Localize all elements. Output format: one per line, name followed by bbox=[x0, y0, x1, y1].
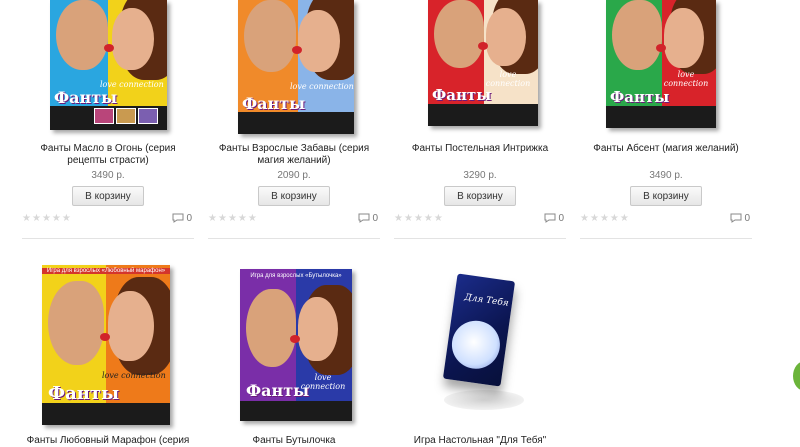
image-shadow bbox=[444, 390, 524, 410]
product-image[interactable]: love connection Фанты bbox=[428, 0, 538, 126]
star-icon[interactable]: ★ bbox=[610, 213, 620, 224]
product-name[interactable]: Игра Настольная "Для Тебя" bbox=[394, 435, 566, 447]
product-name[interactable]: Фанты Любовный Марафон (серия bbox=[22, 435, 194, 447]
comments-count[interactable]: 0 bbox=[358, 213, 378, 224]
rating-stars[interactable]: ★★★★★ bbox=[208, 213, 258, 224]
product-image[interactable]: Игра для взрослых «Любовный марафон» lov… bbox=[42, 265, 170, 425]
rating-stars[interactable]: ★★★★★ bbox=[394, 213, 444, 224]
product-card: Для Тебя Игра Настольная "Для Тебя" bbox=[394, 255, 566, 447]
product-price: 3490 р. bbox=[91, 170, 125, 181]
chat-widget-button[interactable] bbox=[793, 361, 800, 391]
box-title: Фанты bbox=[48, 383, 120, 404]
game-box: Для Тебя bbox=[442, 273, 516, 387]
star-icon[interactable]: ★ bbox=[62, 213, 72, 224]
add-to-cart-button[interactable]: В корзину bbox=[258, 186, 330, 206]
product-card: love connection Фанты Фанты Постельная И… bbox=[394, 0, 566, 240]
product-image[interactable]: Для Тебя bbox=[394, 255, 566, 425]
product-image[interactable]: love connection Фанты bbox=[606, 0, 716, 128]
speech-bubble-icon bbox=[730, 213, 742, 224]
product-card: love connection Фанты Фанты Масло в Огон… bbox=[22, 0, 194, 240]
divider bbox=[208, 238, 380, 239]
star-icon[interactable]: ★ bbox=[42, 213, 52, 224]
product-card: Игра для взрослых «Любовный марафон» lov… bbox=[22, 255, 194, 447]
star-icon[interactable]: ★ bbox=[238, 213, 248, 224]
star-icon[interactable]: ★ bbox=[600, 213, 610, 224]
star-icon[interactable]: ★ bbox=[424, 213, 434, 224]
box-tag: love connection bbox=[290, 82, 354, 91]
product-card: love connection Фанты Фанты Взрослые Заб… bbox=[208, 0, 380, 240]
comments-count[interactable]: 0 bbox=[172, 213, 192, 224]
star-icon[interactable]: ★ bbox=[248, 213, 258, 224]
product-price: 3490 р. bbox=[649, 170, 683, 181]
star-icon[interactable]: ★ bbox=[208, 213, 218, 224]
star-icon[interactable]: ★ bbox=[52, 213, 62, 224]
box-tag: love connection bbox=[663, 70, 709, 88]
product-image[interactable]: Игра для взрослых «Бутылочка» love conne… bbox=[240, 269, 352, 421]
moon-graphic bbox=[448, 317, 504, 372]
star-icon[interactable]: ★ bbox=[394, 213, 404, 224]
product-card: Игра для взрослых «Бутылочка» love conne… bbox=[208, 255, 380, 447]
comments-count[interactable]: 0 bbox=[730, 213, 750, 224]
box-title: Фанты bbox=[242, 94, 306, 113]
speech-bubble-icon bbox=[172, 213, 184, 224]
divider bbox=[394, 238, 566, 239]
product-name[interactable]: Фанты Взрослые Забавы (серия магия желан… bbox=[208, 143, 380, 167]
star-icon[interactable]: ★ bbox=[620, 213, 630, 224]
box-title: Фанты bbox=[246, 381, 310, 400]
rating-stars[interactable]: ★★★★★ bbox=[580, 213, 630, 224]
product-name[interactable]: Фанты Бутылочка bbox=[208, 435, 380, 447]
add-to-cart-button[interactable]: В корзину bbox=[444, 186, 516, 206]
star-icon[interactable]: ★ bbox=[22, 213, 32, 224]
product-price: 2090 р. bbox=[277, 170, 311, 181]
box-title: Для Тебя bbox=[463, 292, 510, 309]
product-name[interactable]: Фанты Масло в Огонь (серия рецепты страс… bbox=[22, 143, 194, 167]
comments-count[interactable]: 0 bbox=[544, 213, 564, 224]
add-to-cart-button[interactable]: В корзину bbox=[72, 186, 144, 206]
box-title: Фанты bbox=[432, 86, 492, 104]
product-card: love connection Фанты Фанты Абсент (маги… bbox=[580, 0, 752, 240]
box-title: Фанты bbox=[54, 88, 118, 107]
speech-bubble-icon bbox=[358, 213, 370, 224]
star-icon[interactable]: ★ bbox=[580, 213, 590, 224]
product-name[interactable]: Фанты Абсент (магия желаний) bbox=[580, 143, 752, 155]
star-icon[interactable]: ★ bbox=[228, 213, 238, 224]
star-icon[interactable]: ★ bbox=[404, 213, 414, 224]
product-image[interactable]: love connection Фанты bbox=[238, 0, 354, 134]
box-banner: Игра для взрослых «Бутылочка» bbox=[250, 273, 342, 279]
product-price: 3290 р. bbox=[463, 170, 497, 181]
divider bbox=[22, 238, 194, 239]
rating-stars[interactable]: ★★★★★ bbox=[22, 213, 72, 224]
box-banner: Игра для взрослых «Любовный марафон» bbox=[42, 268, 170, 274]
divider bbox=[580, 238, 752, 239]
star-icon[interactable]: ★ bbox=[414, 213, 424, 224]
star-icon[interactable]: ★ bbox=[218, 213, 228, 224]
product-image[interactable]: love connection Фанты bbox=[50, 0, 167, 130]
product-name[interactable]: Фанты Постельная Интрижка bbox=[394, 143, 566, 155]
box-tag: love connection bbox=[102, 371, 166, 380]
add-to-cart-button[interactable]: В корзину bbox=[630, 186, 702, 206]
star-icon[interactable]: ★ bbox=[32, 213, 42, 224]
star-icon[interactable]: ★ bbox=[434, 213, 444, 224]
box-title: Фанты bbox=[610, 88, 670, 106]
star-icon[interactable]: ★ bbox=[590, 213, 600, 224]
speech-bubble-icon bbox=[544, 213, 556, 224]
